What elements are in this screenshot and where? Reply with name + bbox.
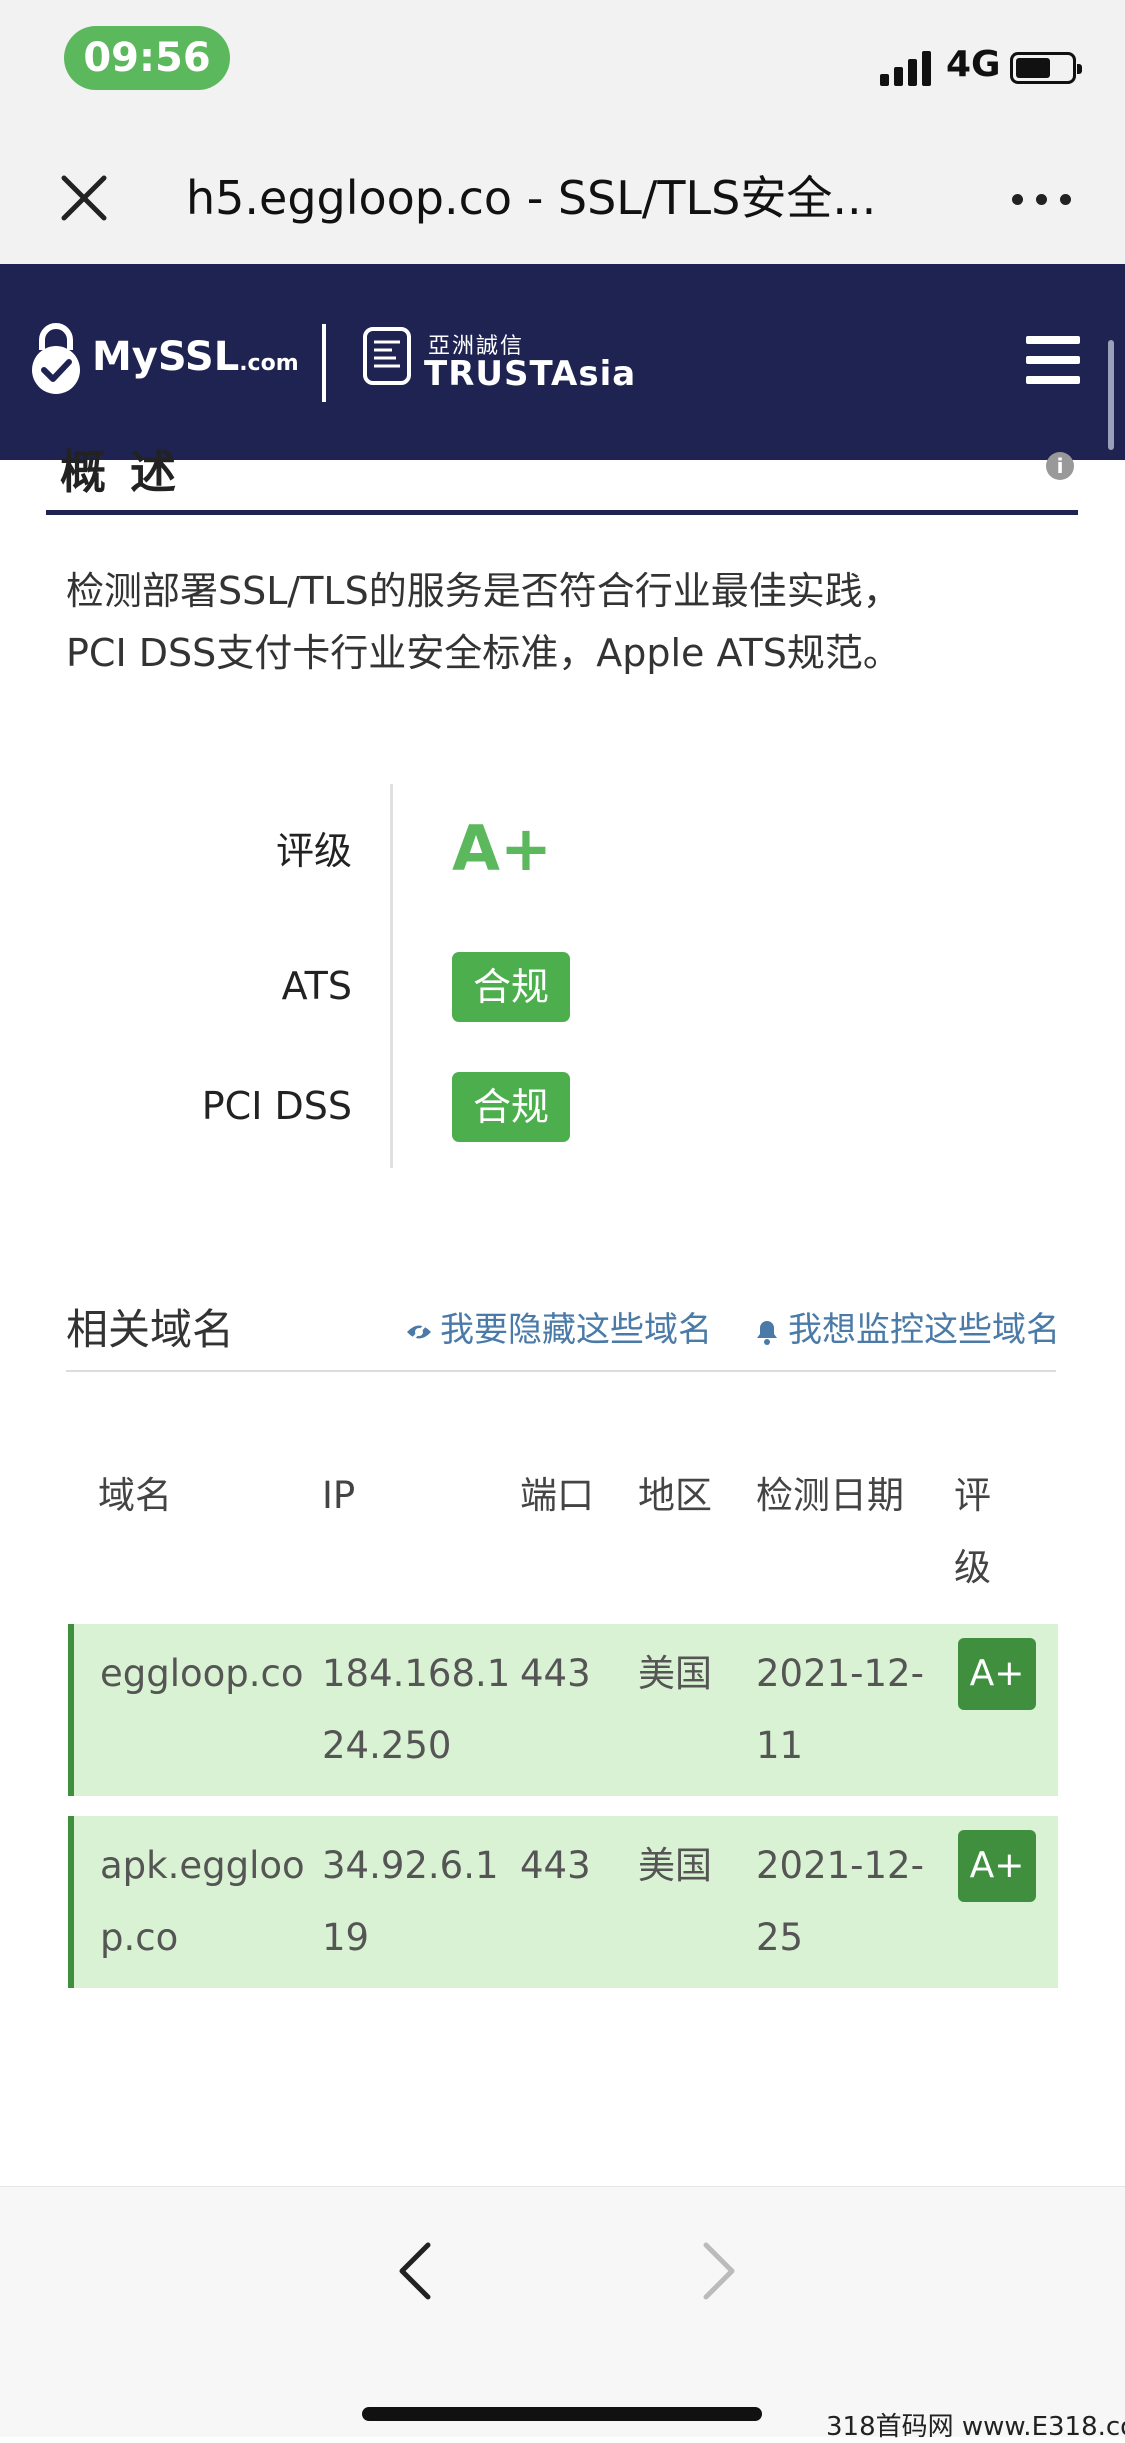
bell-icon <box>752 1310 782 1350</box>
hide-domains-link[interactable]: 我要隐藏这些域名 <box>404 1302 712 1351</box>
cell-port: 443 <box>520 1844 591 1887</box>
status-bar: 09:56 4G <box>0 0 1125 130</box>
forward-arrow-icon[interactable] <box>686 2231 746 2311</box>
description-line-1: 检测部署SSL/TLS的服务是否符合行业最佳实践， <box>66 569 901 613</box>
cell-region: 美国 <box>638 1652 712 1695</box>
hamburger-menu-icon[interactable] <box>1026 336 1080 384</box>
cell-ip-line-2: 24.250 <box>322 1724 452 1767</box>
ats-label: ATS <box>281 964 352 1008</box>
col-date: 检测日期 <box>756 1474 904 1517</box>
back-arrow-icon[interactable] <box>388 2231 448 2311</box>
info-icon[interactable]: i <box>1046 452 1074 480</box>
pci-badge: 合规 <box>452 1072 570 1142</box>
lock-check-icon <box>32 323 80 394</box>
monitor-domains-label: 我想监控这些域名 <box>788 1310 1060 1350</box>
cell-domain[interactable]: apk.eggloo p.co <box>100 1830 305 1974</box>
trustasia-logo-icon <box>363 327 411 385</box>
trustasia-en: TRUSTAsia <box>424 354 637 394</box>
description-line-2: PCI DSS支付卡行业安全标准，Apple ATS规范。 <box>66 631 901 675</box>
myssl-logo-text[interactable]: MySSL.com <box>92 334 299 380</box>
myssl-brand: MySSL <box>92 334 240 380</box>
battery-icon <box>1010 52 1082 84</box>
header-divider <box>322 324 326 402</box>
grade-badge[interactable]: A+ <box>958 1830 1036 1902</box>
col-region: 地区 <box>638 1474 712 1517</box>
col-grade-line-1: 评 <box>954 1474 991 1517</box>
cell-date: 2021-12- 25 <box>756 1830 924 1974</box>
cell-region: 美国 <box>638 1844 712 1887</box>
overview-description: 检测部署SSL/TLS的服务是否符合行业最佳实践， PCI DSS支付卡行业安全… <box>66 560 1066 684</box>
signal-icon <box>880 50 936 86</box>
site-header: MySSL.com 亞洲誠信 TRUSTAsia <box>0 264 1125 460</box>
scrollbar[interactable] <box>1108 340 1114 450</box>
col-domain: 域名 <box>98 1474 172 1517</box>
cell-date-line-2: 11 <box>756 1724 804 1767</box>
col-grade-line-2: 级 <box>954 1546 991 1589</box>
ats-badge: 合规 <box>452 952 570 1022</box>
overview-title: 概述 <box>60 445 200 499</box>
rating-divider <box>390 784 393 1168</box>
col-grade: 评 级 <box>954 1460 991 1604</box>
cell-date: 2021-12- 11 <box>756 1638 924 1782</box>
cell-domain[interactable]: eggloop.co <box>100 1638 304 1710</box>
browser-toolbar: h5.eggloop.co - SSL/TLS安全... <box>0 130 1125 264</box>
network-type: 4G <box>946 44 1001 85</box>
table-row[interactable]: apk.eggloo p.co 34.92.6.1 19 443 美国 2021… <box>68 1816 1058 1988</box>
col-ip: IP <box>322 1474 356 1517</box>
grade-label: 评级 <box>275 829 352 873</box>
grade-value: A+ <box>452 812 552 885</box>
watermark: 318首码网 www.E318.com <box>826 2412 1125 2442</box>
hide-domains-label: 我要隐藏这些域名 <box>440 1310 712 1350</box>
cell-ip-line-2: 19 <box>322 1916 370 1959</box>
table-row[interactable]: eggloop.co 184.168.1 24.250 443 美国 2021-… <box>68 1624 1058 1796</box>
cell-port: 443 <box>520 1652 591 1695</box>
cell-ip: 184.168.1 24.250 <box>322 1638 510 1782</box>
cell-ip-line-1: 184.168.1 <box>322 1652 511 1695</box>
cell-domain-line-2: p.co <box>100 1916 179 1959</box>
cell-ip: 34.92.6.1 19 <box>322 1830 499 1974</box>
grade-badge[interactable]: A+ <box>958 1638 1036 1710</box>
cell-date-line-2: 25 <box>756 1916 804 1959</box>
cell-ip-line-1: 34.92.6.1 <box>322 1844 499 1887</box>
cell-domain-line-1: eggloop.co <box>100 1652 304 1695</box>
related-domains-title: 相关域名 <box>66 1305 235 1354</box>
page-title: h5.eggloop.co - SSL/TLS安全... <box>186 171 877 225</box>
cell-domain-line-1: apk.eggloo <box>100 1844 305 1887</box>
browser-bottom-bar <box>0 2186 1125 2437</box>
more-icon[interactable] <box>1012 194 1072 206</box>
monitor-domains-link[interactable]: 我想监控这些域名 <box>752 1302 1060 1351</box>
overview-header: 概述 i <box>46 445 1078 515</box>
myssl-suffix: .com <box>239 351 299 376</box>
col-port: 端口 <box>520 1474 594 1517</box>
close-icon[interactable] <box>54 168 114 228</box>
pci-label: PCI DSS <box>201 1084 352 1128</box>
home-indicator[interactable] <box>362 2407 762 2421</box>
cell-date-line-1: 2021-12- <box>756 1844 924 1887</box>
eye-slash-icon <box>404 1310 434 1350</box>
status-time: 09:56 <box>64 26 230 90</box>
cell-date-line-1: 2021-12- <box>756 1652 924 1695</box>
related-divider <box>66 1370 1056 1372</box>
